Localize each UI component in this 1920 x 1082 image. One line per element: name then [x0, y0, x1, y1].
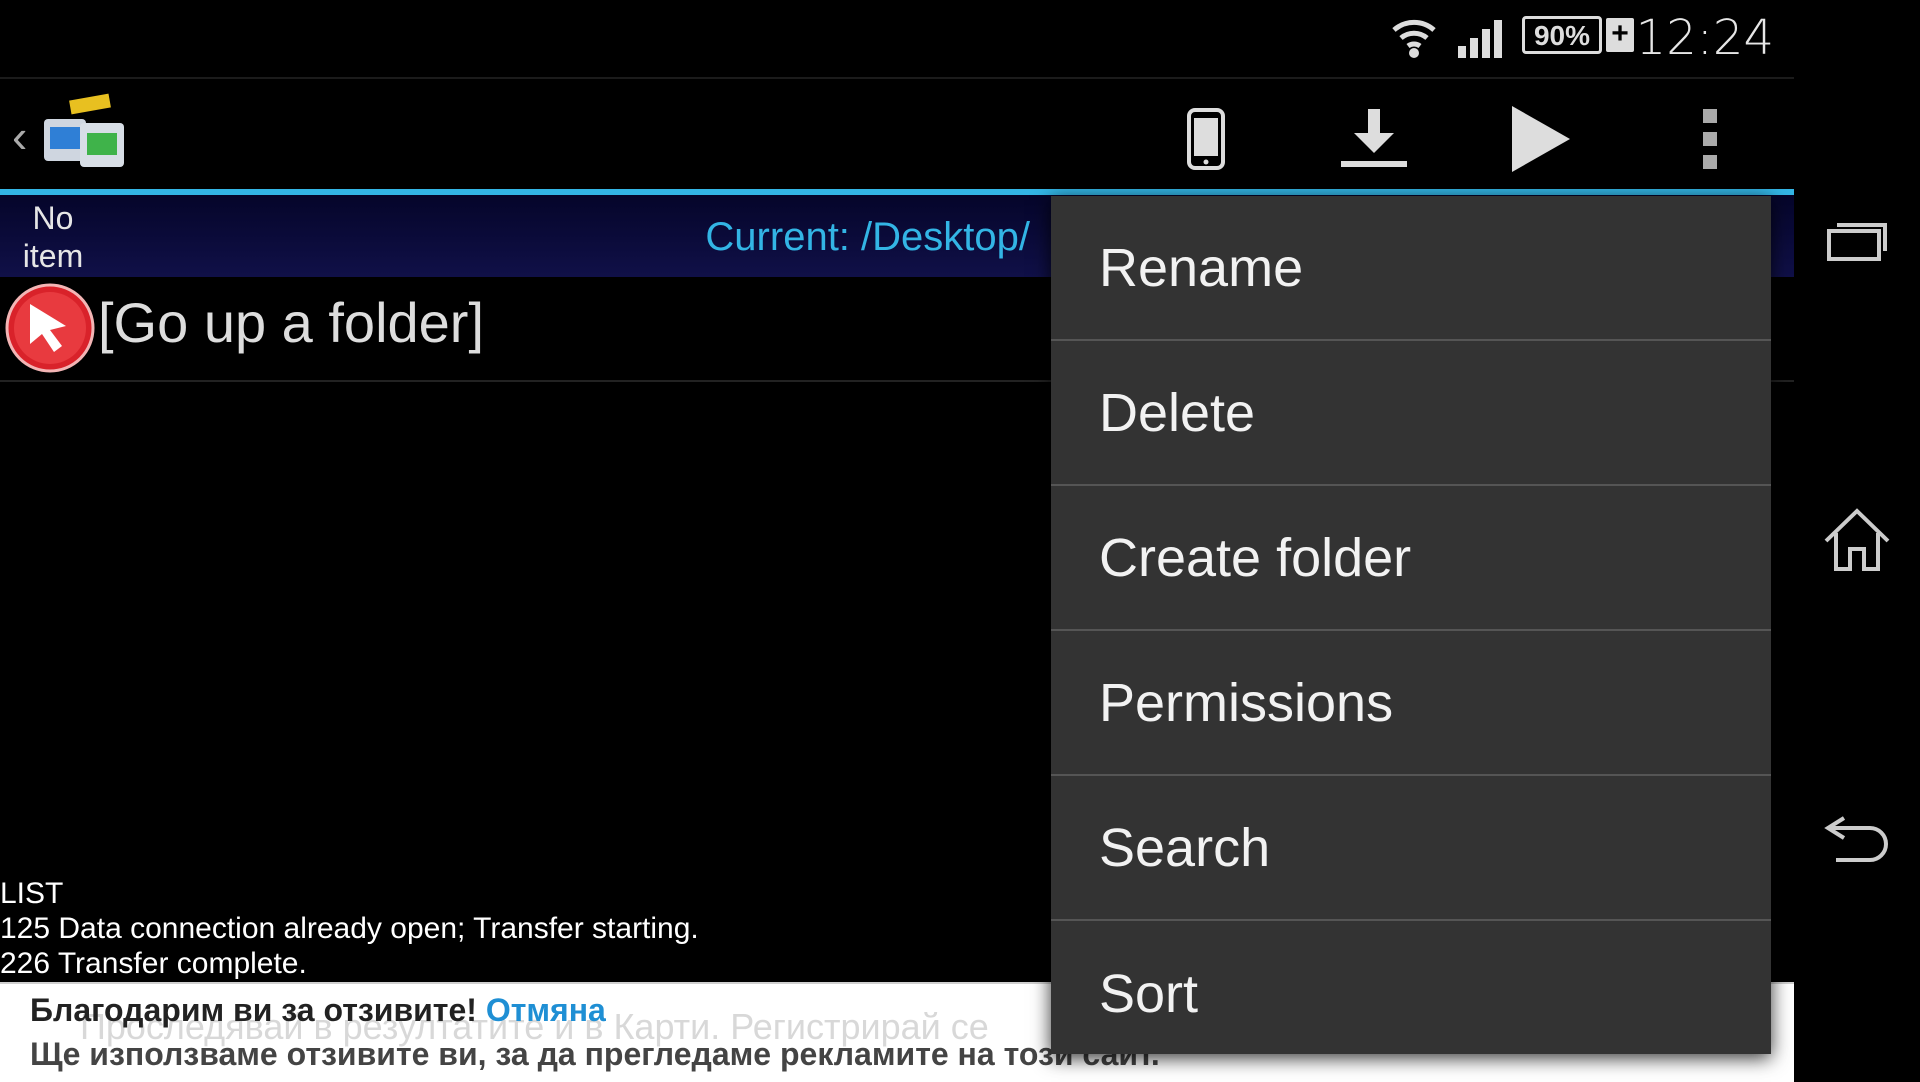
go-up-arrow-icon — [4, 282, 96, 379]
log-line: 226 Transfer complete. — [0, 947, 307, 980]
navigation-bar — [1794, 0, 1920, 1080]
recent-apps-icon[interactable] — [1817, 200, 1897, 280]
status-bar: 90% + 12:24 — [0, 0, 1794, 76]
overflow-menu: Rename Delete Create folder Permissions … — [1051, 196, 1771, 1054]
current-path: Current: /Desktop/ — [705, 215, 1030, 259]
back-icon[interactable] — [1817, 800, 1897, 880]
menu-item-permissions[interactable]: Permissions — [1051, 631, 1771, 776]
feedback-thanks-text: Благодарим ви за отзивите! — [30, 992, 477, 1028]
log-line: LIST — [0, 877, 64, 910]
ftp-log: LIST 125 Data connection already open; T… — [0, 876, 699, 981]
go-up-folder-label: [Go up a folder] — [98, 291, 485, 354]
signal-icon — [1456, 18, 1506, 63]
home-icon[interactable] — [1817, 500, 1897, 580]
battery-icon: 90% — [1522, 16, 1602, 54]
play-icon[interactable] — [1500, 99, 1580, 179]
up-navigation-icon[interactable]: ‹ — [12, 109, 27, 163]
no-item-label: No item — [22, 200, 84, 274]
menu-item-rename[interactable]: Rename — [1051, 196, 1771, 341]
charging-icon: + — [1606, 18, 1634, 52]
feedback-message: Ще използваме отзивите ви, за да преглед… — [30, 1036, 1160, 1072]
battery-percent: 90% — [1533, 20, 1591, 51]
menu-item-sort[interactable]: Sort — [1051, 921, 1771, 1066]
log-line: 125 Data connection already open; Transf… — [0, 912, 699, 945]
ftp-server-icon[interactable] — [40, 93, 130, 175]
phone-icon[interactable] — [1166, 99, 1246, 179]
wifi-icon — [1390, 16, 1438, 65]
menu-item-delete[interactable]: Delete — [1051, 341, 1771, 486]
feedback-thanks-line: Благодарим ви за отзивите! Отмяна — [30, 992, 606, 1029]
feedback-cancel-link[interactable]: Отмяна — [486, 992, 606, 1028]
overflow-menu-icon[interactable] — [1670, 99, 1750, 179]
action-bar: ‹ — [0, 77, 1794, 192]
menu-item-create-folder[interactable]: Create folder — [1051, 486, 1771, 631]
clock: 12:24 — [1635, 10, 1774, 66]
menu-item-search[interactable]: Search — [1051, 776, 1771, 921]
download-icon[interactable] — [1334, 99, 1414, 179]
